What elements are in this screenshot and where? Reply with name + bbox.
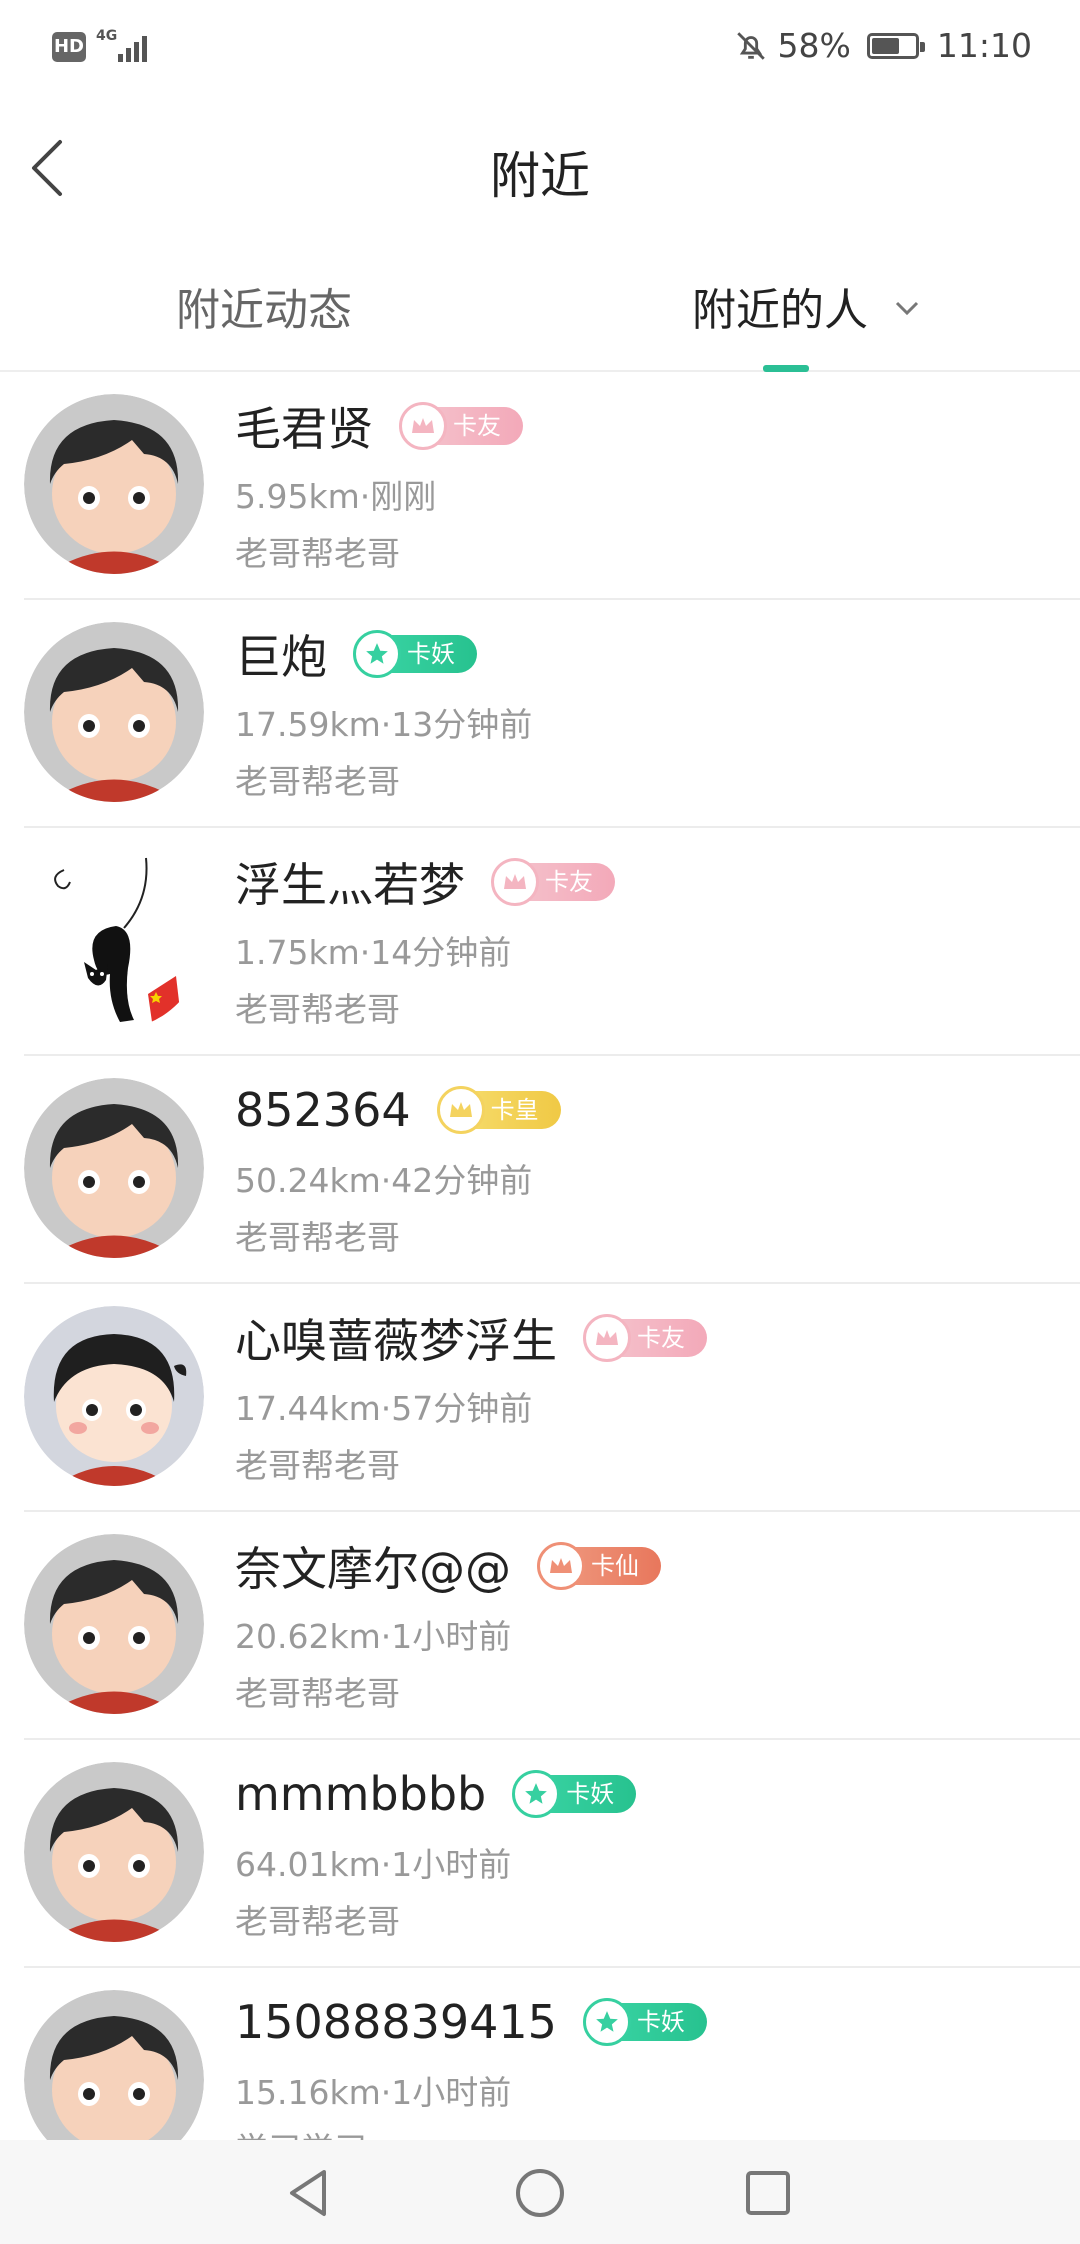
list-item[interactable]: 奈文摩尔@@ 卡仙 20.62km·1小时前 老哥帮老哥: [24, 1512, 1080, 1740]
list-item[interactable]: 852364 卡皇 50.24km·42分钟前 老哥帮老哥: [24, 1056, 1080, 1284]
crown-icon: [537, 1542, 585, 1590]
crown-icon: [436, 1086, 485, 1134]
distance-time: 17.44km·57分钟前: [235, 1389, 533, 1428]
avatar[interactable]: [24, 850, 204, 1030]
avatar[interactable]: [24, 1078, 204, 1258]
level-badge: 卡仙: [537, 1542, 661, 1590]
user-group: 老哥帮老哥: [235, 762, 400, 801]
distance-time: 64.01km·1小时前: [235, 1845, 512, 1884]
active-tab-indicator: [763, 365, 809, 372]
user-name: 巨炮: [235, 630, 327, 684]
user-group: 老哥帮老哥: [235, 1218, 400, 1257]
list-item[interactable]: 巨炮 卡妖 17.59km·13分钟前 老哥帮老哥: [24, 600, 1080, 828]
clock: 11:10: [936, 26, 1032, 65]
level-badge-label: 卡友: [637, 1324, 685, 1352]
avatar[interactable]: [24, 1534, 204, 1714]
user-group: 老哥帮老哥: [235, 1902, 400, 1941]
signal-icon: 4G: [96, 28, 154, 64]
triangle-back-icon: [290, 2170, 326, 2216]
list-item[interactable]: mmmbbbb 卡妖 64.01km·1小时前 老哥帮老哥: [24, 1740, 1080, 1968]
level-badge: 卡友: [399, 402, 523, 450]
user-name: 浮生灬若梦: [235, 858, 465, 912]
nav-back-button[interactable]: [274, 2158, 344, 2228]
user-group: 老哥帮老哥: [235, 1446, 400, 1485]
level-badge: 卡妖: [582, 1998, 707, 2046]
star-icon: [582, 1998, 631, 2046]
user-name: 852364: [235, 1083, 411, 1137]
level-badge-label: 卡妖: [636, 2008, 685, 2036]
user-name: 15088839415: [235, 1995, 557, 2049]
status-right: 58% 11:10: [734, 26, 1032, 65]
user-name: 毛君贤: [235, 402, 373, 456]
level-badge: 卡友: [583, 1314, 707, 1362]
avatar[interactable]: [24, 394, 204, 574]
level-badge-label: 卡妖: [407, 640, 455, 668]
user-name: mmmbbbb: [235, 1767, 487, 1821]
network-type: 4G: [96, 28, 118, 44]
level-badge: 卡妖: [512, 1770, 637, 1818]
status-bar: HD 4G 58% 11:10: [0, 0, 1080, 96]
system-nav-bar: [0, 2140, 1080, 2244]
crown-icon: [399, 402, 447, 450]
crown-icon: [491, 858, 539, 906]
level-badge: 卡友: [491, 858, 615, 906]
level-badge: 卡妖: [353, 630, 477, 678]
user-group: 学习学习: [235, 2123, 367, 2140]
level-badge: 卡皇: [436, 1086, 561, 1134]
page-title: 附近: [490, 147, 590, 205]
user-group: 老哥帮老哥: [235, 1674, 400, 1713]
tab-nearby-people[interactable]: 附近的人: [692, 274, 920, 338]
mute-bell-icon: [736, 31, 765, 60]
star-icon: [512, 1770, 561, 1818]
tab-nearby-people-label: 附近的人: [692, 285, 868, 336]
distance-time: 50.24km·42分钟前: [235, 1161, 533, 1200]
level-badge-label: 卡妖: [566, 1780, 615, 1808]
status-left: HD 4G: [52, 28, 154, 64]
list-item[interactable]: 心嗅蔷薇梦浮生 卡友 17.44km·57分钟前 老哥帮老哥: [24, 1284, 1080, 1512]
nearby-people-list[interactable]: 毛君贤 卡友 5.95km·刚刚 老哥帮老哥 巨炮 卡妖 17.59km·13分…: [0, 372, 1080, 2140]
square-recents-icon: [746, 2171, 790, 2215]
nav-home-button[interactable]: [505, 2158, 575, 2228]
avatar[interactable]: [24, 622, 204, 802]
distance-time: 17.59km·13分钟前: [235, 705, 533, 744]
user-name: 心嗅蔷薇梦浮生: [235, 1314, 557, 1368]
level-badge-label: 卡友: [545, 868, 593, 896]
level-badge-label: 卡友: [453, 412, 501, 440]
level-badge-label: 卡仙: [591, 1552, 639, 1580]
user-group: 老哥帮老哥: [235, 990, 400, 1029]
list-item[interactable]: 15088839415 卡妖 15.16km·1小时前 学习学习: [24, 1968, 1080, 2140]
distance-time: 15.16km·1小时前: [235, 2073, 512, 2112]
level-badge-label: 卡皇: [490, 1096, 539, 1124]
crown-icon: [583, 1314, 631, 1362]
distance-time: 5.95km·刚刚: [235, 477, 437, 516]
chevron-down-icon[interactable]: [894, 300, 920, 316]
tab-bar: 附近动态 附近的人: [0, 246, 1080, 372]
avatar[interactable]: [24, 1990, 204, 2140]
avatar[interactable]: [24, 1762, 204, 1942]
star-icon: [353, 630, 401, 678]
tab-nearby-feed[interactable]: 附近动态: [176, 274, 352, 338]
user-group: 老哥帮老哥: [235, 534, 400, 573]
circle-home-icon: [516, 2169, 564, 2217]
avatar[interactable]: [24, 1306, 204, 1486]
battery-icon: [866, 32, 925, 59]
nav-recents-button[interactable]: [733, 2158, 803, 2228]
list-item[interactable]: 毛君贤 卡友 5.95km·刚刚 老哥帮老哥: [24, 372, 1080, 600]
distance-time: 1.75km·14分钟前: [235, 933, 512, 972]
battery-percent: 58%: [777, 26, 851, 65]
app-header: 附近: [0, 96, 1080, 246]
distance-time: 20.62km·1小时前: [235, 1617, 512, 1656]
list-item[interactable]: 浮生灬若梦 卡友 1.75km·14分钟前 老哥帮老哥: [24, 828, 1080, 1056]
hd-icon: HD: [52, 32, 86, 62]
user-name: 奈文摩尔@@: [235, 1542, 511, 1596]
